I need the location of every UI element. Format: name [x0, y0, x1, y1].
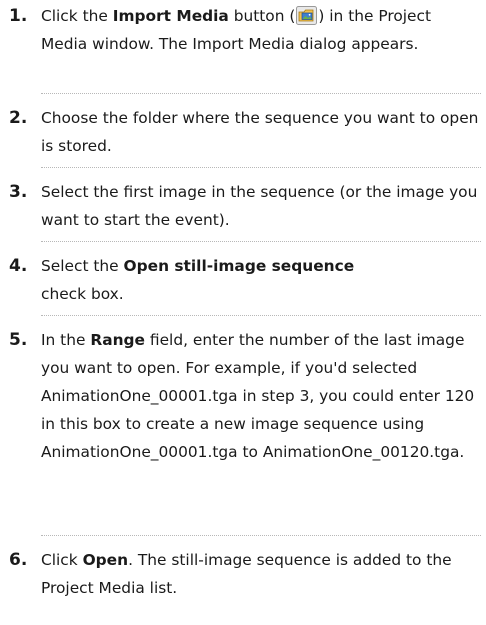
- step-text: Click the Import Media button ( ) in the…: [41, 6, 432, 53]
- ui-term: Open: [82, 551, 129, 569]
- step-4: 4. Select the Open still-image sequence …: [0, 252, 486, 308]
- ui-term: Range: [90, 331, 145, 349]
- step-text: Click Open. The still-image sequence is …: [41, 551, 452, 597]
- step-divider: [41, 93, 481, 94]
- step-number: 1.: [9, 6, 28, 26]
- step-number: 4.: [9, 256, 28, 276]
- ui-term: Open still-image sequence: [123, 257, 355, 275]
- step-divider: [41, 315, 481, 316]
- step-text: Select the Open still-image sequence che…: [41, 257, 355, 303]
- step-6: 6. Click Open. The still-image sequence …: [0, 546, 486, 602]
- step-text: Choose the folder where the sequence you…: [41, 109, 479, 155]
- step-divider: [41, 535, 481, 536]
- step-2: 2. Choose the folder where the sequence …: [0, 104, 486, 160]
- step-1: 1. Click the Import Media button ( ) in …: [0, 2, 486, 86]
- step-5: 5. In the Range field, enter the number …: [0, 326, 486, 522]
- step-divider: [41, 167, 481, 168]
- step-text: In the Range field, enter the number of …: [41, 331, 475, 461]
- ui-term: Import Media: [112, 7, 229, 25]
- step-3: 3. Select the first image in the sequenc…: [0, 178, 486, 234]
- step-text: Select the first image in the sequence (…: [41, 183, 478, 229]
- step-number: 3.: [9, 182, 28, 202]
- import-media-icon: [296, 6, 318, 25]
- step-divider: [41, 241, 481, 242]
- step-number: 2.: [9, 108, 28, 128]
- step-number: 5.: [9, 330, 28, 350]
- step-number: 6.: [9, 550, 28, 570]
